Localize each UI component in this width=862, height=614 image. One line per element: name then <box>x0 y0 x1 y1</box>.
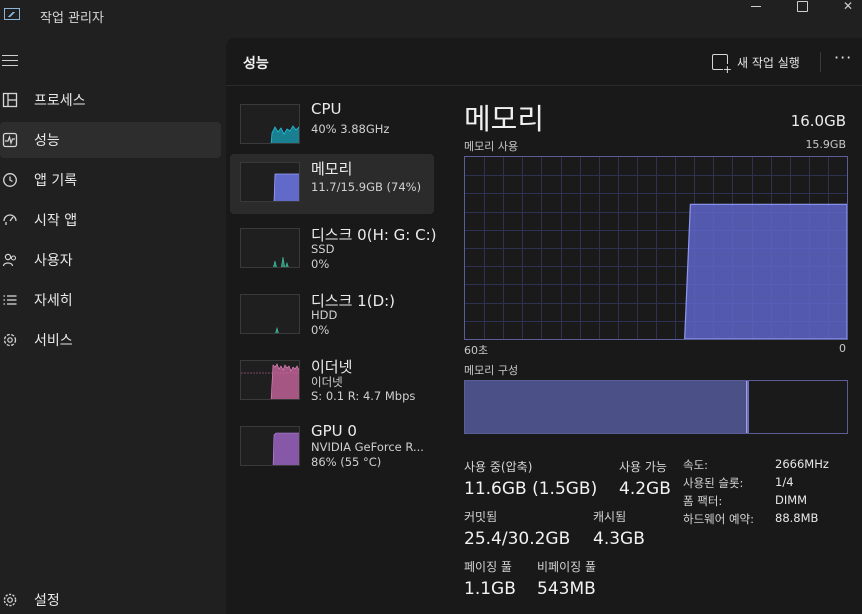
nav-label: 시작 앱 <box>34 213 78 229</box>
device-item-gpu0[interactable]: GPU 0 NVIDIA GeForce R... 86% (55 °C) <box>230 418 434 478</box>
device-name: 메모리 <box>311 160 353 178</box>
nonpaged-pool-label: 비페이징 풀 <box>537 560 597 574</box>
in-use-value: 11.6GB (1.5GB) <box>464 479 598 499</box>
nav-label: 사용자 <box>34 253 73 269</box>
performance-icon <box>2 132 18 148</box>
device-sub: 86% (55 °C) <box>311 455 382 469</box>
cpu-thumbnail-graph <box>240 104 300 144</box>
disk0-thumbnail-graph <box>240 228 300 268</box>
paged-pool-value: 1.1GB <box>464 579 516 599</box>
available-value: 4.2GB <box>619 479 671 499</box>
history-icon <box>2 172 18 188</box>
cached-label: 캐시됨 <box>593 510 627 524</box>
nonpaged-pool-value: 543MB <box>537 579 596 599</box>
details-icon <box>2 292 18 308</box>
memory-composition-bar <box>464 380 848 434</box>
nav-item-processes[interactable]: 프로세스 <box>0 82 221 118</box>
spec-key: 폼 팩터: <box>683 494 723 508</box>
committed-value: 25.4/30.2GB <box>464 529 571 549</box>
graph-time-right: 0 <box>839 342 846 355</box>
committed-label: 커밋됨 <box>464 510 498 524</box>
nav-item-users[interactable]: 사용자 <box>0 242 221 278</box>
services-icon <box>2 332 18 348</box>
title-bar: 작업 관리자 ✕ <box>0 0 862 34</box>
spec-value: 1/4 <box>775 475 794 489</box>
device-sub: 11.7/15.9GB (74%) <box>311 180 422 194</box>
run-task-icon <box>712 54 732 75</box>
detail-title: 메모리 <box>464 102 545 136</box>
memory-usage-area <box>684 203 848 340</box>
device-item-cpu[interactable]: CPU 40% 3.88GHz <box>230 96 434 156</box>
nav-label: 설정 <box>34 593 60 609</box>
spec-value: 2666MHz <box>775 457 829 471</box>
window-title: 작업 관리자 <box>40 11 104 26</box>
main-header: 성능 새 작업 실행 ··· <box>226 38 862 86</box>
device-sub: HDD <box>311 308 338 322</box>
device-sub: 0% <box>311 257 330 271</box>
nav-label: 프로세스 <box>34 93 86 109</box>
spec-key: 하드웨어 예약: <box>683 512 755 526</box>
close-button[interactable]: ✕ <box>825 0 862 14</box>
nav-item-performance[interactable]: 성능 <box>0 122 221 158</box>
device-sub: S: 0.1 R: 4.7 Mbps <box>311 389 416 403</box>
device-sub: 0% <box>311 323 330 337</box>
paged-pool-label: 페이징 풀 <box>464 560 512 574</box>
minimize-button[interactable] <box>733 0 779 14</box>
memory-thumbnail-graph <box>240 162 300 202</box>
device-name: CPU <box>311 100 342 118</box>
nav-label: 자세히 <box>34 293 73 309</box>
users-icon <box>2 252 18 268</box>
hamburger-menu-icon[interactable] <box>2 55 18 67</box>
nav-item-details[interactable]: 자세히 <box>0 282 221 318</box>
memory-usage-graph <box>464 156 848 340</box>
more-options-button[interactable]: ··· <box>834 48 852 67</box>
device-name: GPU 0 <box>311 422 357 440</box>
run-task-label: 새 작업 실행 <box>737 55 800 70</box>
device-item-ethernet[interactable]: 이더넷 이더넷 S: 0.1 R: 4.7 Mbps <box>230 352 434 412</box>
cached-value: 4.3GB <box>593 529 645 549</box>
in-use-label: 사용 중(압축) <box>464 460 533 474</box>
startup-icon <box>2 212 18 228</box>
memory-capacity: 16.0GB <box>790 112 846 130</box>
spec-value: 88.8MB <box>775 511 819 525</box>
composition-modified <box>746 381 749 433</box>
spec-value: DIMM <box>775 493 808 507</box>
device-sub: 이더넷 <box>311 375 343 389</box>
device-sub: 40% 3.88GHz <box>311 122 390 136</box>
sidebar: 프로세스 성능 앱 기록 시작 앱 사용자 자세히 서비스 설정 <box>0 34 226 614</box>
page-title: 성능 <box>243 56 269 72</box>
grid-icon <box>2 92 18 108</box>
nav-item-services[interactable]: 서비스 <box>0 322 221 358</box>
device-item-memory[interactable]: 메모리 11.7/15.9GB (74%) <box>230 154 434 214</box>
nav-label: 앱 기록 <box>34 173 78 189</box>
disk1-thumbnail-graph <box>240 294 300 334</box>
divider <box>820 52 821 72</box>
task-manager-icon <box>4 8 20 20</box>
device-item-disk1[interactable]: 디스크 1(D:) HDD 0% <box>230 286 434 346</box>
spec-key: 속도: <box>683 458 709 472</box>
gear-icon <box>2 592 18 608</box>
available-label: 사용 가능 <box>619 460 667 474</box>
nav-label: 서비스 <box>34 333 73 349</box>
ethernet-thumbnail-graph <box>240 360 300 400</box>
device-item-disk0[interactable]: 디스크 0(H: G: C:) SSD 0% <box>230 220 437 280</box>
device-sub: SSD <box>311 242 335 256</box>
memory-usage-max: 15.9GB <box>805 138 846 151</box>
nav-item-settings[interactable]: 설정 <box>0 582 221 614</box>
nav-label: 성능 <box>34 133 60 149</box>
gpu-thumbnail-graph <box>240 426 300 466</box>
nav-item-startup-apps[interactable]: 시작 앱 <box>0 202 221 238</box>
graph-time-left: 60초 <box>464 344 489 357</box>
composition-in-use <box>465 381 746 433</box>
memory-usage-label: 메모리 사용 <box>464 140 519 153</box>
nav-item-app-history[interactable]: 앱 기록 <box>0 162 221 198</box>
memory-detail-pane: 메모리 16.0GB 메모리 사용 15.9GB 60초 0 메모리 구성 사용… <box>464 86 862 614</box>
spec-key: 사용된 슬롯: <box>683 476 744 490</box>
run-new-task-button[interactable]: 새 작업 실행 <box>712 52 800 75</box>
memory-composition-label: 메모리 구성 <box>464 364 519 377</box>
maximize-button[interactable] <box>779 0 825 14</box>
device-sub: NVIDIA GeForce R... <box>311 440 424 454</box>
main-panel: 성능 새 작업 실행 ··· CPU 40% 3.88GHz 메모리 11.7/… <box>226 38 862 614</box>
